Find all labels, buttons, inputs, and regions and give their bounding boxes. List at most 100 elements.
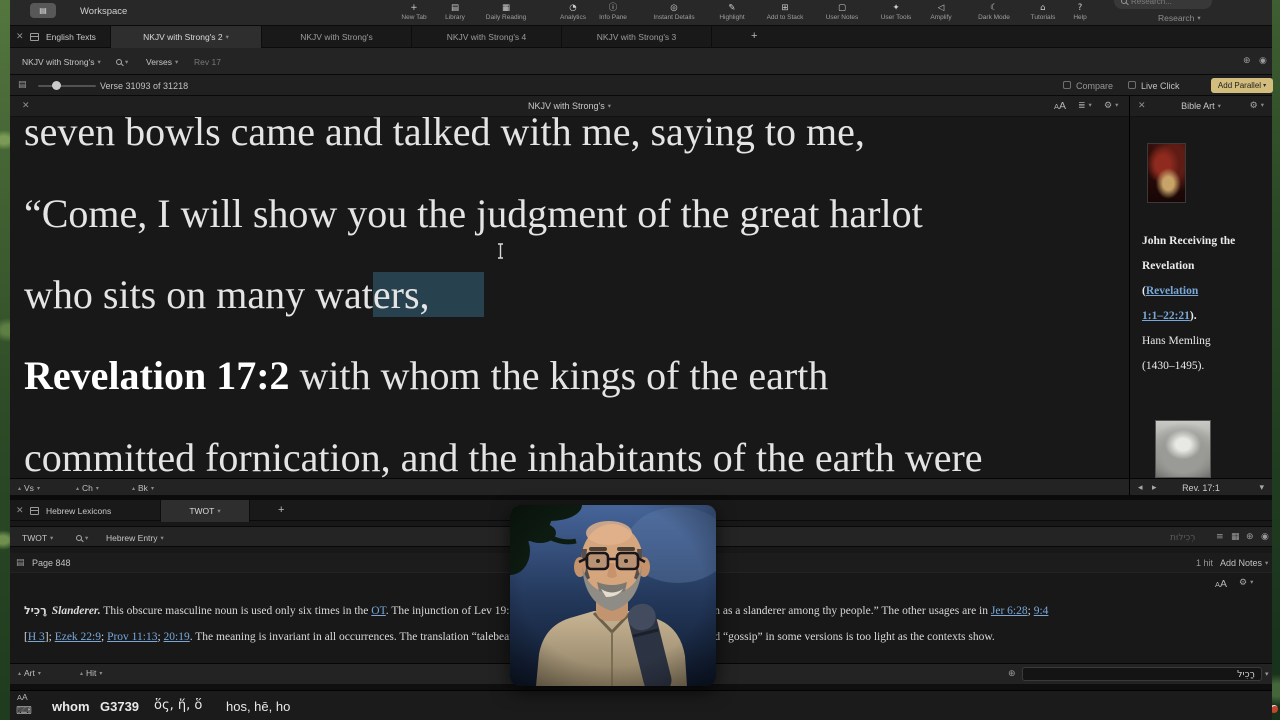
toolbar-button-instant-details[interactable]: ◎ Instant Details	[653, 3, 694, 22]
add-icon[interactable]: ⊕	[1246, 532, 1254, 542]
artwork-thumbnail-2[interactable]	[1155, 420, 1211, 478]
ref-link-9-4[interactable]: 9:4	[1034, 605, 1049, 617]
article-step-control[interactable]: ▴ Art ▾	[18, 668, 41, 678]
toolbar-button-user-tools[interactable]: ✦ User Tools	[881, 3, 912, 22]
hebrew-entry-selector[interactable]: Hebrew Entry	[106, 533, 164, 543]
ref-link-prov-11-13[interactable]: Prov 11:13	[107, 631, 157, 643]
toolbar-button-new-tab[interactable]: + New Tab	[401, 3, 426, 22]
tab-nkjv-with-strongs[interactable]: NKJV with Strong's	[262, 26, 412, 48]
artist-dates: (1430–1495).	[1142, 360, 1205, 372]
bible-panel-title[interactable]: NKJV with Strong's	[10, 101, 1129, 111]
keyboard-icon[interactable]: ⌨	[16, 704, 32, 717]
hebrew-headword[interactable]: רָכִיל	[24, 604, 47, 617]
art-reference-link[interactable]: Revelation	[1146, 285, 1198, 297]
step-up-icon[interactable]: ▴	[18, 670, 21, 677]
locate-icon[interactable]: ◉	[1261, 532, 1269, 542]
close-group-icon[interactable]: ✕	[16, 506, 24, 516]
search-mode-button[interactable]	[116, 57, 128, 67]
chevron-down-icon[interactable]: ▾	[1265, 670, 1269, 678]
research-menu[interactable]: Research	[1158, 13, 1201, 23]
globe-icon[interactable]: ⊕	[1008, 669, 1016, 679]
verse-navigation-bar: ▤ Verse 31093 of 31218 Compare Live Clic…	[10, 75, 1273, 96]
view-menu-icon[interactable]: ≣	[1078, 101, 1092, 111]
toolbar-button-analytics[interactable]: ◔ Analytics	[560, 3, 586, 22]
toolbar-button-info-pane[interactable]: ⓘ Info Pane	[599, 3, 627, 22]
top-toolbar: ▤ Workspace + New Tab ▤ Library ▦ Daily Rea…	[10, 0, 1272, 26]
toolbar-button-library[interactable]: ▤ Library	[445, 3, 465, 22]
panel-layout-icon[interactable]	[30, 507, 39, 515]
bible-panel-header: ✕ NKJV with Strong's AA ≣ ⚙	[10, 96, 1129, 117]
ref-link-ezek-22-9[interactable]: Ezek 22:9	[55, 631, 101, 643]
bible-text-panel: ✕ NKJV with Strong's AA ≣ ⚙ seven bowls …	[10, 96, 1130, 495]
columns-icon[interactable]: ▦	[1231, 532, 1240, 542]
tab-nkjv-with-strongs-3[interactable]: NKJV with Strong's 3	[562, 26, 712, 48]
toolbar-button-highlight[interactable]: ✎ Highlight	[719, 3, 744, 22]
toolbar-button-tutorials[interactable]: ⌂ Tutorials	[1031, 3, 1056, 22]
moon-icon: ☾	[990, 3, 998, 13]
toolbar-button-user-notes[interactable]: ▢ User Notes	[826, 3, 859, 22]
verse-slider-thumb[interactable]	[52, 81, 61, 90]
step-up-icon[interactable]: ▴	[132, 485, 135, 492]
add-tab-button[interactable]: +	[278, 504, 284, 516]
toolbar-button-dark-mode[interactable]: ☾ Dark Mode	[978, 3, 1010, 22]
verse-step-control[interactable]: ▴ Vs ▾	[18, 483, 40, 493]
search-mode-button[interactable]	[76, 533, 88, 543]
gear-icon[interactable]: ⚙	[1239, 578, 1253, 588]
toolbar-button-daily-reading[interactable]: ▦ Daily Reading	[486, 3, 526, 22]
outline-list-icon[interactable]: ▤	[16, 558, 25, 568]
font-size-button[interactable]: AA	[17, 692, 28, 702]
panel-layout-icon[interactable]	[30, 33, 39, 41]
chapter-step-control[interactable]: ▴ Ch ▾	[76, 483, 99, 493]
compare-checkbox[interactable]	[1063, 81, 1071, 89]
art-reference-link[interactable]: 1:1–22:21	[1142, 310, 1190, 322]
add-parallel-button[interactable]: Add Parallel	[1211, 78, 1273, 93]
gear-icon[interactable]: ⚙	[1104, 101, 1118, 111]
reference-input[interactable]: Rev 17	[194, 57, 221, 67]
step-up-icon[interactable]: ▴	[80, 670, 83, 677]
resource-selector[interactable]: NKJV with Strong's	[22, 57, 101, 67]
ref-link-h3[interactable]: H 3	[28, 631, 45, 643]
sync-icon[interactable]: ◉	[1259, 56, 1267, 66]
step-down-icon[interactable]: ▾	[37, 485, 40, 492]
menu-icon[interactable]: ≡	[1216, 532, 1224, 542]
workspace-switcher-button[interactable]: ▤	[30, 3, 56, 18]
verse-slider-track[interactable]	[38, 85, 96, 87]
hit-step-control[interactable]: ▴ Hit ▾	[80, 668, 102, 678]
screen: ▤ Workspace + New Tab ▤ Library ▦ Daily Rea…	[0, 0, 1280, 720]
resource-selector[interactable]: TWOT	[22, 533, 53, 543]
chevron-down-icon[interactable]: ▾	[1259, 483, 1264, 493]
research-search-input[interactable]: Research...	[1114, 0, 1212, 9]
add-notes-button[interactable]: Add Notes	[1220, 558, 1268, 568]
font-size-button[interactable]: AA	[1054, 100, 1066, 112]
toolbar-button-amplify[interactable]: ◁ Amplify	[930, 3, 951, 22]
step-up-icon[interactable]: ▴	[76, 485, 79, 492]
live-click-checkbox[interactable]	[1128, 81, 1136, 89]
new-panel-icon[interactable]: ⊕	[1243, 56, 1251, 66]
toolbar-button-help[interactable]: ? Help	[1073, 3, 1086, 22]
step-down-icon[interactable]: ▾	[99, 670, 102, 677]
live-click-label: Live Click	[1141, 81, 1180, 91]
step-down-icon[interactable]: ▾	[38, 670, 41, 677]
ref-link-20-19[interactable]: 20:19	[164, 631, 190, 643]
toolbar-button-add-to-stack[interactable]: ⊞ Add to Stack	[767, 3, 804, 22]
step-up-icon[interactable]: ▴	[18, 485, 21, 492]
add-tab-button[interactable]: +	[751, 30, 757, 42]
bible-line: seven bowls came and talked with me, say…	[24, 117, 865, 154]
step-down-icon[interactable]: ▾	[96, 485, 99, 492]
ref-link-ot[interactable]: OT	[371, 605, 385, 617]
font-size-button[interactable]: AA	[1215, 578, 1227, 590]
tab-twot[interactable]: TWOT	[160, 500, 250, 522]
ref-link-jer-6-28[interactable]: Jer 6:28	[991, 605, 1028, 617]
tab-nkjv-with-strongs-4[interactable]: NKJV with Strong's 4	[412, 26, 562, 48]
notes-icon: ▢	[837, 3, 847, 13]
artwork-thumbnail-1[interactable]	[1147, 143, 1186, 203]
strongs-number: G3739	[100, 699, 140, 714]
book-step-control[interactable]: ▴ Bk ▾	[132, 483, 154, 493]
step-down-icon[interactable]: ▾	[151, 485, 154, 492]
outline-list-icon[interactable]: ▤	[18, 80, 27, 90]
lexicon-search-input[interactable]: רָכִיל	[1022, 667, 1262, 681]
close-group-icon[interactable]: ✕	[16, 32, 24, 42]
gear-icon[interactable]: ⚙	[1250, 101, 1264, 111]
verses-mode-selector[interactable]: Verses	[146, 57, 178, 67]
tab-nkjv-with-strongs-2[interactable]: NKJV with Strong's 2	[110, 26, 262, 48]
